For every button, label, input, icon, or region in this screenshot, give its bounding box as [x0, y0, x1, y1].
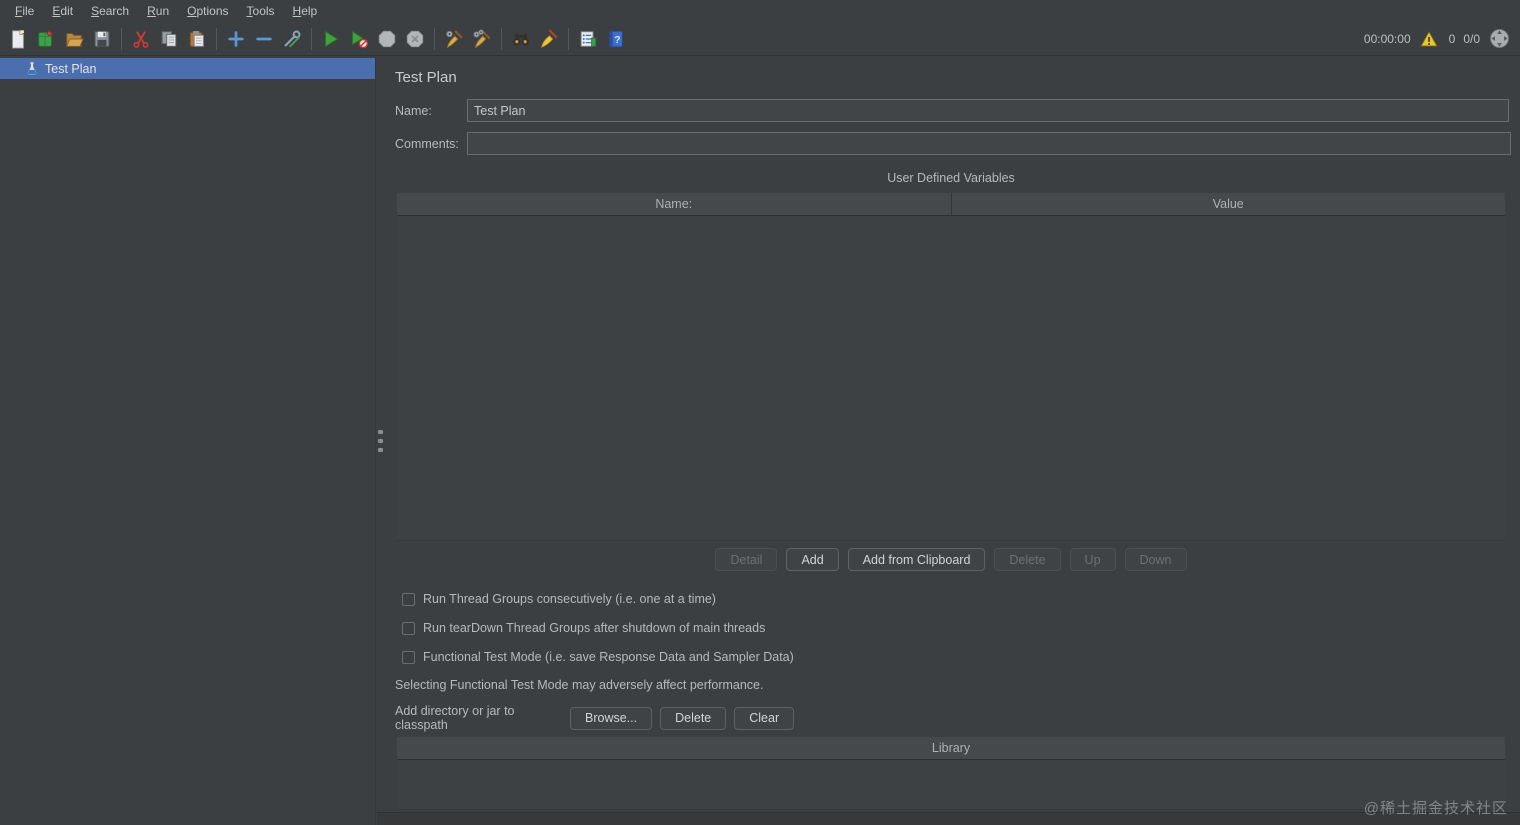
run-teardown-checkbox[interactable] — [402, 621, 415, 635]
udv-table-body[interactable] — [397, 216, 1505, 541]
save-icon[interactable] — [89, 26, 115, 52]
templates-icon[interactable] — [33, 26, 59, 52]
bottom-strip — [377, 812, 1520, 825]
menu-run[interactable]: Run — [138, 2, 178, 20]
open-icon[interactable] — [61, 26, 87, 52]
udv-title: User Defined Variables — [887, 171, 1015, 185]
checkbox-row-functional: Functional Test Mode (i.e. save Response… — [402, 650, 794, 664]
toolbar-separator — [216, 27, 217, 50]
toggle-icon[interactable] — [279, 26, 305, 52]
menu-edit[interactable]: Edit — [43, 2, 82, 20]
name-input[interactable] — [467, 99, 1509, 122]
udv-table-header: Name: Value — [397, 193, 1505, 216]
classpath-label: Add directory or jar to classpath — [395, 704, 515, 732]
up-button: Up — [1069, 548, 1116, 571]
toolbar-status-area: 00:00:00 0 0/0 — [1364, 28, 1520, 50]
watermark: @稀土掘金技术社区 — [1363, 800, 1508, 817]
add-button[interactable]: Add — [786, 548, 839, 571]
elapsed-timer: 00:00:00 — [1363, 31, 1411, 46]
test-plan-icon — [26, 61, 38, 76]
tree-item-label: Test Plan — [45, 61, 97, 76]
cut-icon[interactable] — [128, 26, 154, 52]
clear-all-icon[interactable] — [469, 26, 495, 52]
classpath-delete-button[interactable]: Delete — [660, 706, 727, 730]
help-icon[interactable]: ? — [603, 26, 629, 52]
menu-help[interactable]: Help — [284, 2, 327, 20]
menu-search[interactable]: Search — [82, 2, 138, 20]
library-table-body[interactable] — [397, 760, 1505, 810]
library-table-header: Library — [397, 737, 1505, 760]
start-no-timers-icon[interactable] — [346, 26, 372, 52]
classpath-row: Add directory or jar to classpath Browse… — [395, 704, 802, 732]
toolbar-separator — [434, 27, 435, 50]
toolbar-separator — [501, 27, 502, 50]
svg-text:?: ? — [614, 35, 620, 46]
start-icon[interactable] — [318, 26, 344, 52]
search-icon[interactable] — [508, 26, 534, 52]
functional-mode-note: Selecting Functional Test Mode may adver… — [395, 678, 764, 692]
browse-button[interactable]: Browse... — [570, 706, 653, 730]
menu-file[interactable]: File — [6, 2, 43, 20]
clear-icon[interactable] — [441, 26, 467, 52]
udv-col-name: Name: — [655, 197, 693, 211]
jmeter-window: File Edit Search Run Options Tools Help — [0, 0, 1520, 825]
function-helper-icon[interactable] — [575, 26, 601, 52]
paste-icon[interactable] — [184, 26, 210, 52]
toolbar-separator — [121, 27, 122, 50]
thread-status-icon — [1488, 28, 1510, 50]
library-col-header: Library — [931, 741, 971, 755]
test-plan-editor: Test Plan Name: Comments: User Defined V… — [377, 57, 1520, 825]
error-count[interactable]: 0 — [1449, 32, 1456, 46]
udv-button-row: Detail Add Add from Clipboard Delete Up … — [397, 548, 1505, 571]
comments-input[interactable] — [467, 132, 1511, 155]
copy-icon[interactable] — [156, 26, 182, 52]
checkbox-label: Run tearDown Thread Groups after shutdow… — [423, 621, 766, 635]
checkbox-row-consecutive: Run Thread Groups consecutively (i.e. on… — [402, 592, 716, 606]
add-icon[interactable] — [223, 26, 249, 52]
checkbox-row-teardown: Run tearDown Thread Groups after shutdow… — [402, 621, 765, 635]
menu-bar: File Edit Search Run Options Tools Help — [0, 0, 1520, 22]
checkbox-label: Functional Test Mode (i.e. save Response… — [423, 650, 794, 664]
down-button: Down — [1124, 548, 1187, 571]
splitter-handle[interactable] — [375, 430, 385, 452]
new-file-icon[interactable] — [5, 26, 31, 52]
menu-options[interactable]: Options — [178, 2, 237, 20]
comments-label: Comments: — [395, 137, 459, 151]
page-title: Test Plan — [395, 69, 457, 86]
delete-button: Delete — [994, 548, 1061, 571]
clear-button[interactable]: Clear — [734, 706, 795, 730]
shutdown-icon — [402, 26, 428, 52]
warning-icon[interactable] — [1419, 29, 1439, 49]
remove-icon[interactable] — [251, 26, 277, 52]
toolbar-separator — [311, 27, 312, 50]
tree-item-test-plan[interactable]: Test Plan — [0, 58, 375, 79]
run-consecutively-checkbox[interactable] — [402, 592, 415, 606]
menu-tools[interactable]: Tools — [238, 2, 284, 20]
toolbar: ? 00:00:00 0 0/0 — [0, 22, 1520, 56]
stop-icon — [374, 26, 400, 52]
add-from-clipboard-button[interactable]: Add from Clipboard — [847, 548, 986, 571]
checkbox-label: Run Thread Groups consecutively (i.e. on… — [423, 592, 716, 606]
thread-count: 0/0 — [1463, 31, 1480, 46]
functional-test-mode-checkbox[interactable] — [402, 650, 415, 664]
udv-col-value: Value — [950, 193, 1506, 215]
search-reset-icon[interactable] — [536, 26, 562, 52]
test-plan-tree: Test Plan — [0, 57, 376, 825]
detail-button: Detail — [715, 548, 778, 571]
toolbar-separator — [568, 27, 569, 50]
name-label: Name: — [395, 104, 432, 118]
